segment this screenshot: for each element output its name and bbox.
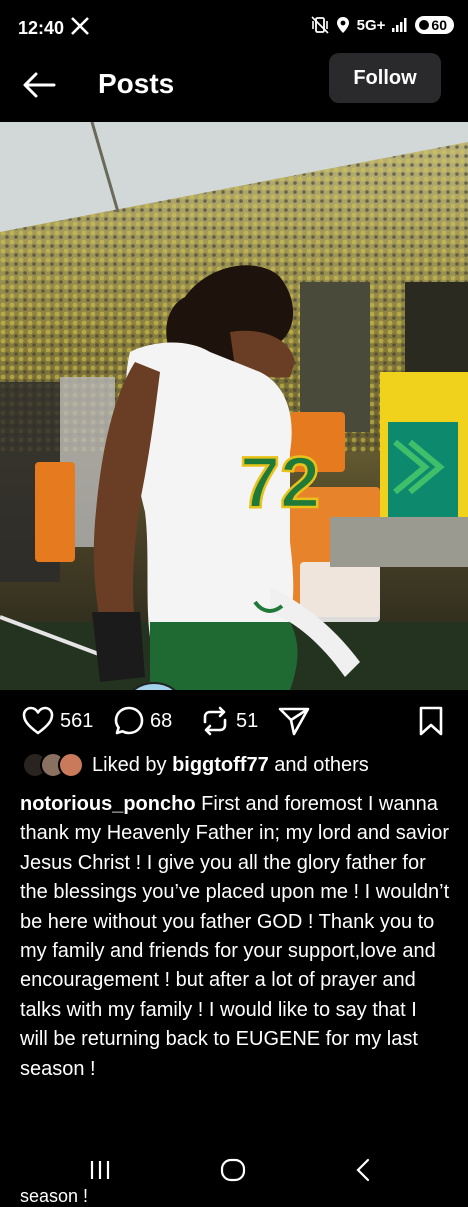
collab-avatar-2[interactable] [120,682,188,690]
status-icons: 5G+ 60 [311,16,454,34]
liked-by-suffix: and others [268,753,369,776]
liked-by-text: Liked by biggtoff77 and others [92,754,369,777]
repost-icon [203,706,227,736]
liked-by-avatars [22,752,84,778]
bookmark-icon[interactable] [418,706,444,736]
battery-icon: 60 [415,16,454,34]
liker-avatar [58,752,84,778]
back-arrow-icon[interactable] [22,70,56,100]
liked-by-prefix: Liked by [92,753,173,776]
post-caption: notorious_poncho First and foremost I wa… [20,790,450,1084]
jersey-number: 72 [240,443,320,523]
post-image[interactable]: 72 ⟳ ⟳ [0,122,468,690]
page-title: Posts [98,68,175,99]
caption-author[interactable]: notorious_poncho [20,793,196,815]
x-logo-icon [71,17,89,35]
signal-icon [392,18,407,32]
post-actions: 561 68 51 [0,700,468,744]
share-icon[interactable] [278,706,310,736]
vibrate-icon [311,16,329,34]
status-time: 12:40 [18,18,65,38]
follow-button[interactable]: Follow [329,53,441,103]
repost-action[interactable]: 51 [200,706,258,736]
back-nav-icon[interactable] [354,1158,372,1182]
reposts-count: 51 [236,709,259,732]
heart-icon [22,706,54,735]
system-nav-bar [0,1145,468,1195]
battery-level: 60 [431,17,447,33]
app-header: Posts Follow [0,53,468,120]
comment-icon [114,706,144,735]
comment-action[interactable]: 68 [114,706,172,736]
likes-count: 561 [60,709,94,732]
network-label: 5G+ [356,16,386,34]
like-action[interactable]: 561 [22,706,93,736]
home-icon[interactable] [220,1158,246,1182]
liked-by-user[interactable]: biggtoff77 [172,754,269,776]
stadium-scene: 72 [0,122,468,690]
liked-by-row[interactable]: Liked by biggtoff77 and others [22,752,369,778]
child-portrait [122,684,186,690]
status-bar: 12:40 5G+ 60 [0,0,468,58]
recent-apps-icon[interactable] [88,1159,112,1181]
comments-count: 68 [150,709,173,732]
battery-dot-icon [419,20,430,30]
location-icon [336,17,349,33]
caption-text: First and foremost I wanna thank my Heav… [20,793,450,1080]
